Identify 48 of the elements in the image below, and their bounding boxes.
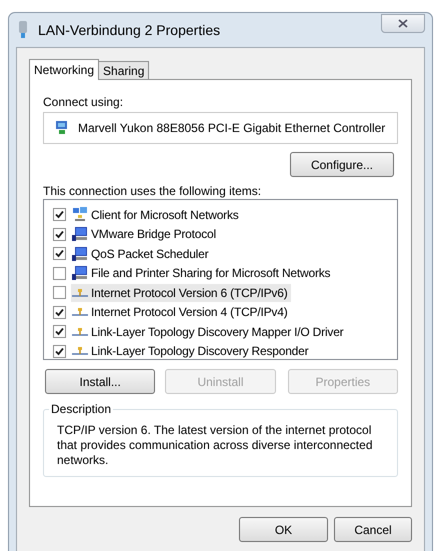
network-protocol-icon: [72, 346, 88, 356]
checkbox[interactable]: [53, 266, 66, 280]
adapter-name: Marvell Yukon 88E8056 PCI-E Gigabit Ethernet Controller: [78, 120, 386, 137]
checkmark-icon: [55, 249, 64, 258]
description-text: TCP/IP version 6. The latest version of the internet protocol that provides communication across diverse interconnected networks.: [57, 423, 374, 468]
network-adapter-icon: [54, 120, 70, 136]
item-label: Internet Protocol Version 4 (TCP/IPv4): [91, 304, 288, 322]
checkbox[interactable]: [53, 208, 66, 222]
item-label: QoS Packet Scheduler: [91, 246, 208, 263]
window-title: LAN-Verbindung 2 Properties: [38, 20, 220, 40]
checkbox[interactable]: [53, 306, 66, 319]
network-protocol-icon: [72, 307, 88, 318]
item-label: VMware Bridge Protocol: [91, 226, 216, 244]
list-label: This connection uses the following items:: [43, 184, 262, 198]
computer-icon: [72, 246, 88, 262]
dialog-button[interactable]: Cancel: [334, 517, 412, 542]
checkmark-icon: [55, 230, 64, 239]
checkbox[interactable]: [53, 286, 66, 300]
dialog-button[interactable]: OK: [239, 517, 328, 542]
network-plug-icon: [17, 21, 29, 39]
group-title: Description: [49, 402, 114, 416]
list-item[interactable]: Client for Microsoft Networks: [71, 206, 242, 224]
dialog-button[interactable]: Configure...: [290, 152, 394, 177]
checkbox[interactable]: [53, 344, 66, 358]
checkmark-icon: [55, 308, 64, 317]
tab[interactable]: Sharing: [98, 61, 150, 79]
checkbox[interactable]: [53, 228, 66, 241]
network-protocol-icon: [72, 288, 88, 298]
list-item[interactable]: QoS Packet Scheduler: [71, 244, 212, 263]
tab[interactable]: Networking: [29, 59, 100, 80]
checkbox[interactable]: [53, 247, 66, 260]
list-item[interactable]: Internet Protocol Version 4 (TCP/IPv4): [71, 303, 290, 322]
computer-icon: [72, 265, 88, 282]
network-client-icon: [72, 206, 88, 223]
computer-icon: [72, 226, 88, 242]
network-protocol-icon: [72, 326, 88, 337]
close-button[interactable]: [381, 14, 425, 32]
item-label: Client for Microsoft Networks: [91, 206, 239, 224]
list-item[interactable]: VMware Bridge Protocol: [71, 225, 219, 244]
field-label: Connect using:: [43, 95, 124, 109]
list-item[interactable]: Internet Protocol Version 6 (TCP/IPv6): [71, 284, 290, 302]
dialog-button[interactable]: Install...: [45, 369, 156, 394]
checkbox[interactable]: [53, 325, 66, 338]
checkmark-icon: [55, 210, 64, 220]
checkmark-icon: [55, 327, 64, 336]
close-icon: [398, 18, 408, 28]
checkmark-icon: [55, 346, 64, 356]
item-label: Internet Protocol Version 6 (TCP/IPv6): [91, 284, 288, 302]
